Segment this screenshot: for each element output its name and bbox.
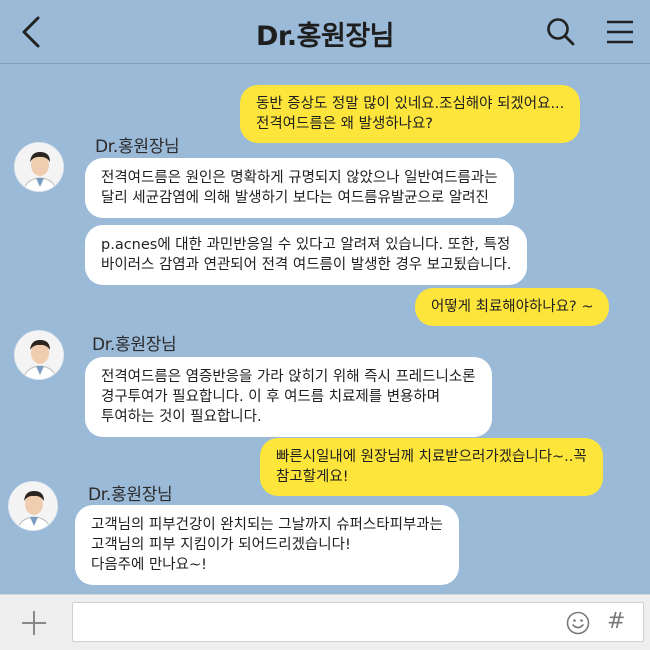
message-text: 경구투여가 필요합니다. 이 후 여드름 치료제를 변용하며	[101, 389, 441, 405]
message-text: 달리 세균감염에 의해 발생하기 보다는 여드름유발균으로 알려진	[101, 190, 489, 206]
message-text: 어떻게 최료해야하나요? ~	[431, 299, 594, 315]
doctor-avatar-icon	[9, 482, 57, 530]
avatar[interactable]	[8, 481, 58, 531]
emoji-button[interactable]	[566, 611, 590, 635]
avatar[interactable]	[14, 142, 64, 192]
plus-icon	[22, 611, 46, 635]
message-text: 전격여드름은 왜 발생하나요?	[256, 116, 433, 132]
message-text: 투여하는 것이 필요합니다.	[101, 409, 262, 425]
message-input[interactable]	[72, 602, 644, 642]
doctor-avatar-icon	[15, 143, 63, 191]
incoming-message-bubble[interactable]: 전격여드름은 염증반응을 가라 앉히기 위해 즉시 프레드니소론 경구투여가 필…	[85, 357, 492, 437]
message-text: 바이러스 감염과 연관되어 전격 여드름이 발생한 경우 보고됬습니다.	[101, 257, 512, 273]
emoji-icon	[566, 611, 590, 635]
search-button[interactable]	[545, 16, 577, 48]
message-text: 빠른시일내에 원장님께 치료받으러가겠습니다~..꼭	[276, 449, 587, 465]
sender-name: Dr.홍원장님	[92, 335, 177, 355]
hamburger-menu-icon	[607, 20, 633, 44]
message-text: 고객님의 피부 지킴이가 되어드리겠습니다!	[91, 537, 351, 553]
message-text: 다음주에 만나요~!	[91, 557, 207, 573]
search-icon	[547, 18, 575, 46]
chat-header: Dr.홍원장님	[0, 0, 650, 64]
incoming-message-bubble[interactable]: 고객님의 피부건강이 완치되는 그날까지 슈퍼스타피부과는 고객님의 피부 지킴…	[75, 505, 459, 585]
avatar[interactable]	[14, 330, 64, 380]
outgoing-message-bubble[interactable]: 빠른시일내에 원장님께 치료받으러가겠습니다~..꼭 참고할게요!	[260, 438, 603, 496]
incoming-message-bubble[interactable]: p.acnes에 대한 과민반응일 수 있다고 알려져 있습니다. 또한, 특정…	[85, 225, 528, 285]
message-text: 전격여드름은 염증반응을 가라 앉히기 위해 즉시 프레드니소론	[101, 369, 476, 385]
message-input-bar: #	[0, 594, 650, 650]
doctor-avatar-icon	[15, 331, 63, 379]
message-text: p.acnes에 대한 과민반응일 수 있다고 알려져 있습니다. 또한, 특정	[101, 237, 511, 253]
outgoing-message-bubble[interactable]: 동반 증상도 정말 많이 있네요.조심해야 되겠어요... 전격여드름은 왜 발…	[240, 85, 581, 143]
attach-button[interactable]	[18, 607, 50, 639]
message-text: 참고할게요!	[276, 469, 349, 485]
sender-name: Dr.홍원장님	[95, 137, 180, 157]
message-text: 동반 증상도 정말 많이 있네요.조심해야 되겠어요...	[256, 96, 565, 112]
message-text: 전격여드름은 원인은 명확하게 규명되지 않았으나 일반여드름과는	[101, 170, 498, 186]
outgoing-message-bubble[interactable]: 어떻게 최료해야하나요? ~	[415, 288, 610, 326]
sender-name: Dr.홍원장님	[88, 485, 173, 505]
hashtag-button[interactable]: #	[607, 609, 625, 634]
incoming-message-bubble[interactable]: 전격여드름은 원인은 명확하게 규명되지 않았으나 일반여드름과는 달리 세균감…	[85, 158, 514, 218]
menu-button[interactable]	[604, 16, 636, 48]
message-text: 고객님의 피부건강이 완치되는 그날까지 슈퍼스타피부과는	[91, 517, 443, 533]
